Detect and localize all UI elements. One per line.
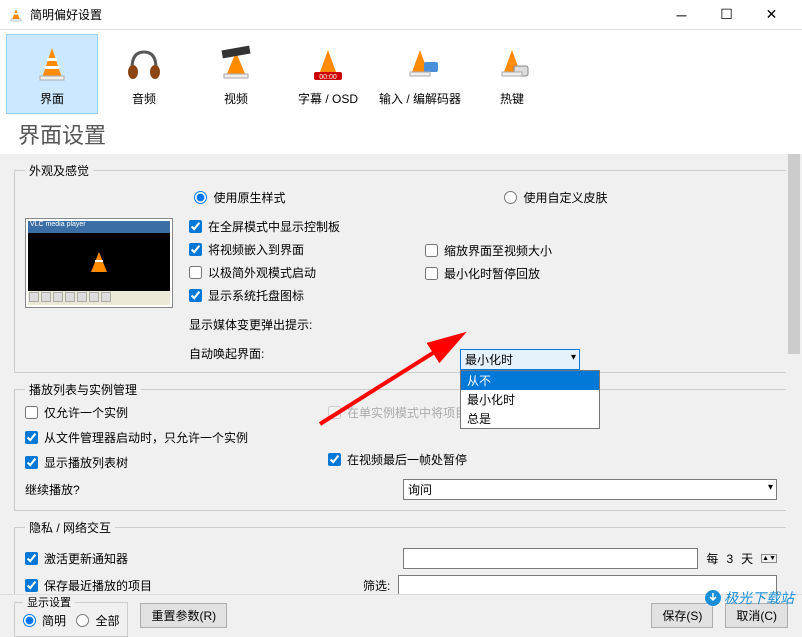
radio-native-style[interactable]: 使用原生样式 — [194, 189, 285, 206]
tab-hotkeys[interactable]: 热键 — [466, 34, 558, 114]
label-media-change: 显示媒体变更弹出提示: — [189, 316, 349, 333]
spinner-icon[interactable]: ▲▼ — [761, 554, 777, 563]
dropdown-option-always[interactable]: 总是 — [461, 409, 599, 428]
radio-simple[interactable]: 简明 — [23, 612, 66, 629]
svg-text:00:00: 00:00 — [319, 74, 337, 81]
chk-resize-interface[interactable]: 缩放界面至视频大小 — [425, 242, 552, 259]
radio-native-input[interactable] — [194, 191, 207, 204]
titlebar: 简明偏好设置 ─ ☐ ✕ — [0, 0, 802, 30]
label-continue-playback: 继续播放? — [25, 481, 395, 498]
chk-embed-video[interactable]: 将视频嵌入到界面 — [189, 241, 349, 258]
category-tabbar: 界面 音频 视频 00:00 字幕 / OSD 输入 / 编解码器 热键 — [0, 30, 802, 114]
tab-audio[interactable]: 音频 — [98, 34, 190, 114]
vertical-scrollbar[interactable] — [786, 154, 802, 600]
scrollbar-thumb[interactable] — [788, 154, 800, 354]
privacy-legend: 隐私 / 网络交互 — [25, 519, 115, 536]
chk-pause-last-frame[interactable]: 在视频最后一帧处暂停 — [328, 451, 587, 468]
cone-icon — [30, 42, 74, 86]
chk-fullscreen-controller[interactable]: 在全屏模式中显示控制板 — [189, 218, 349, 235]
tab-label: 音频 — [132, 90, 156, 107]
label-every: 每 — [706, 550, 718, 567]
chk-playlist-tree[interactable]: 显示播放列表树 — [25, 454, 248, 471]
minimize-button[interactable]: ─ — [659, 0, 704, 30]
chk-systray[interactable]: 显示系统托盘图标 — [189, 287, 349, 304]
display-settings-group: 显示设置 简明 全部 — [14, 594, 128, 637]
chk-save-recent[interactable]: 保存最近播放的项目 — [25, 577, 355, 594]
tab-codecs[interactable]: 输入 / 编解码器 — [374, 34, 466, 114]
page-title: 界面设置 — [0, 114, 802, 154]
radio-skin-input[interactable] — [504, 191, 517, 204]
close-button[interactable]: ✕ — [749, 0, 794, 30]
maximize-button[interactable]: ☐ — [704, 0, 749, 30]
tab-label: 字幕 / OSD — [298, 90, 358, 107]
appearance-group: 外观及感觉 使用原生样式 使用自定义皮肤 VLC media player 在全… — [14, 162, 788, 373]
chk-update-notifier[interactable]: 激活更新通知器 — [25, 550, 395, 567]
dropdown-option-never[interactable]: 从不 — [461, 371, 599, 390]
label-days: 天 — [741, 550, 753, 567]
appearance-legend: 外观及感觉 — [25, 162, 93, 179]
tab-subtitles[interactable]: 00:00 字幕 / OSD — [282, 34, 374, 114]
update-interval-field[interactable] — [403, 548, 698, 569]
tab-interface[interactable]: 界面 — [6, 34, 98, 114]
clapper-icon — [214, 42, 258, 86]
radio-all[interactable]: 全部 — [76, 612, 119, 629]
chk-one-from-filemanager[interactable]: 从文件管理器启动时，只允许一个实例 — [25, 429, 248, 446]
select-continue-playback[interactable]: 询问 — [403, 479, 777, 500]
radio-custom-skin[interactable]: 使用自定义皮肤 — [504, 189, 607, 206]
bottom-bar: 显示设置 简明 全部 重置参数(R) 保存(S) 取消(C) — [0, 594, 802, 636]
tab-label: 界面 — [40, 90, 64, 107]
tab-label: 热键 — [500, 90, 524, 107]
codec-icon — [398, 42, 442, 86]
hotkey-icon — [490, 42, 534, 86]
label-auto-raise: 自动唤起界面: — [189, 345, 349, 362]
subtitle-icon: 00:00 — [306, 42, 350, 86]
tab-label: 输入 / 编解码器 — [379, 90, 461, 107]
label-filter: 筛选: — [363, 577, 390, 594]
tab-video[interactable]: 视频 — [190, 34, 282, 114]
app-icon — [8, 7, 24, 23]
chk-one-instance[interactable]: 仅允许一个实例 — [25, 404, 248, 421]
reset-button[interactable]: 重置参数(R) — [140, 603, 227, 628]
dropdown-option-minimized[interactable]: 最小化时 — [461, 390, 599, 409]
skin-preview: VLC media player — [25, 218, 173, 308]
chk-minimal-view[interactable]: 以极简外观模式启动 — [189, 264, 349, 281]
settings-body: 外观及感觉 使用原生样式 使用自定义皮肤 VLC media player 在全… — [0, 154, 802, 600]
headphones-icon — [122, 42, 166, 86]
playlist-legend: 播放列表与实例管理 — [25, 381, 141, 398]
days-value: 3 — [726, 552, 733, 566]
watermark: 极光下载站 — [704, 588, 794, 608]
playlist-group: 播放列表与实例管理 仅允许一个实例 从文件管理器启动时，只允许一个实例 显示播放… — [14, 381, 788, 511]
display-settings-legend: 显示设置 — [23, 594, 75, 610]
window-title: 简明偏好设置 — [30, 6, 659, 23]
privacy-group: 隐私 / 网络交互 激活更新通知器 每 3 天 ▲▼ 保存最近播放的项目 筛选: — [14, 519, 788, 600]
dropdown-media-change[interactable]: 从不 最小化时 总是 — [460, 370, 600, 429]
tab-label: 视频 — [224, 90, 248, 107]
chk-pause-minimize[interactable]: 最小化时暂停回放 — [425, 265, 552, 282]
select-media-change-popup[interactable]: 最小化时 — [460, 349, 580, 370]
